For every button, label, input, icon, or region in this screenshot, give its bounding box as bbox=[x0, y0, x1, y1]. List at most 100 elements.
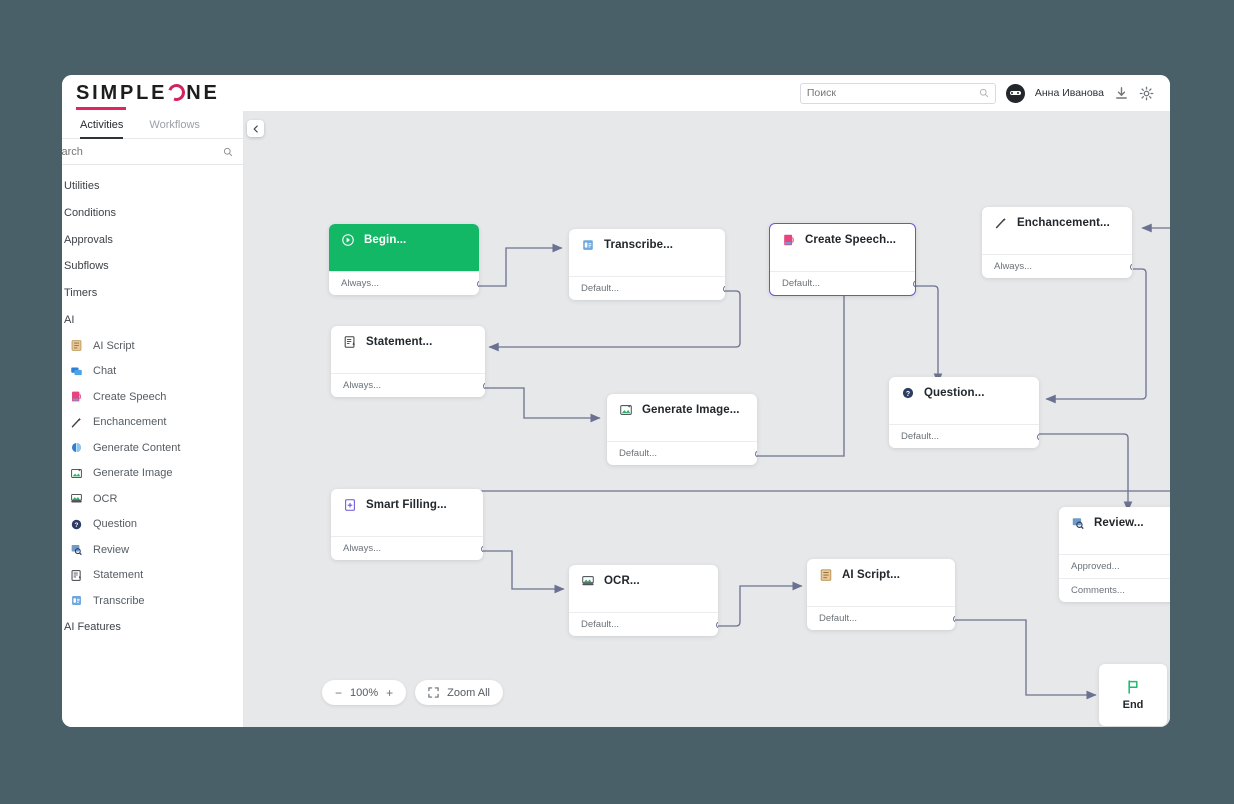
node-port-label: Always... bbox=[341, 278, 380, 289]
sidebar-category-conditions[interactable]: Conditions bbox=[62, 200, 243, 227]
port-connector[interactable] bbox=[952, 615, 955, 622]
node-create-speech[interactable]: Create Speech... Default... bbox=[769, 223, 916, 296]
sidebar-item-ai-script[interactable]: AI Script bbox=[62, 333, 243, 359]
node-port[interactable]: Default... bbox=[807, 606, 955, 630]
sidebar-category-utilities[interactable]: Utilities bbox=[62, 173, 243, 200]
panel-search-input[interactable] bbox=[62, 145, 223, 158]
gear-icon[interactable] bbox=[1139, 86, 1154, 101]
enchancement-icon bbox=[995, 217, 1006, 229]
port-connector[interactable] bbox=[715, 621, 718, 628]
port-connector[interactable] bbox=[1129, 263, 1132, 270]
zoom-all-button[interactable]: Zoom All bbox=[415, 680, 503, 705]
sidebar-item-enchancement[interactable]: Enchancement bbox=[62, 410, 243, 436]
port-connector[interactable] bbox=[912, 280, 915, 287]
node-title: Create Speech... bbox=[805, 234, 897, 246]
sidebar-item-label: AI Script bbox=[93, 339, 135, 352]
review-icon bbox=[1072, 518, 1084, 530]
node-question[interactable]: ? Question... Default... bbox=[889, 377, 1039, 448]
node-port-comments[interactable]: Comments... bbox=[1059, 578, 1170, 602]
node-port-label: Default... bbox=[819, 613, 858, 624]
sidebar-category-ai-features[interactable]: AI Features bbox=[62, 614, 243, 641]
port-connector[interactable] bbox=[1036, 433, 1039, 440]
node-title: Smart Filling... bbox=[366, 499, 447, 511]
node-generate-image[interactable]: Generate Image... Default... bbox=[607, 394, 757, 465]
node-header: OCR... bbox=[569, 565, 718, 612]
sidebar-item-label: Chat bbox=[93, 365, 117, 378]
top-bar-actions: Анна Иванова bbox=[799, 82, 1170, 104]
tab-workflows[interactable]: Workflows bbox=[149, 111, 200, 138]
sidebar-item-create-speech[interactable]: Create Speech bbox=[62, 384, 243, 410]
node-header: Enchancement... bbox=[982, 207, 1132, 254]
node-review[interactable]: Review... Approved... Comments... bbox=[1059, 507, 1170, 602]
panel-search[interactable] bbox=[62, 139, 243, 165]
collapse-panel-button[interactable] bbox=[247, 120, 264, 137]
node-transcribe[interactable]: Transcribe... Default... bbox=[569, 229, 725, 300]
global-search-input[interactable] bbox=[806, 87, 979, 99]
fit-screen-icon bbox=[428, 687, 439, 698]
zoom-in-button[interactable]: + bbox=[386, 686, 393, 700]
chevron-left-icon bbox=[253, 124, 258, 133]
sidebar-item-label: Question bbox=[93, 518, 138, 531]
node-statement[interactable]: Statement... Always... bbox=[331, 326, 485, 397]
node-port[interactable]: Default... bbox=[607, 441, 757, 465]
node-title: Generate Image... bbox=[642, 404, 740, 416]
global-search[interactable] bbox=[799, 82, 996, 104]
play-icon bbox=[342, 234, 354, 246]
node-port[interactable]: Always... bbox=[329, 271, 479, 295]
node-begin[interactable]: Begin... Always... bbox=[329, 224, 479, 295]
node-header: Transcribe... bbox=[569, 229, 725, 276]
node-port[interactable]: Default... bbox=[569, 612, 718, 636]
port-connector[interactable] bbox=[482, 382, 485, 389]
activity-list: Utilities Conditions Approvals Subflows … bbox=[62, 165, 243, 640]
sidebar-item-label: Generate Content bbox=[93, 441, 181, 454]
sidebar-item-transcribe[interactable]: Transcribe bbox=[62, 588, 243, 614]
node-port[interactable]: Default... bbox=[770, 271, 915, 295]
node-port[interactable]: Always... bbox=[331, 373, 485, 397]
sidebar-item-review[interactable]: Review bbox=[62, 537, 243, 563]
sidebar-item-ocr[interactable]: OCR bbox=[62, 486, 243, 512]
sidebar-item-generate-image[interactable]: Generate Image bbox=[62, 461, 243, 487]
svg-text:?: ? bbox=[75, 522, 79, 529]
activities-panel: Activities Workflows Utilities Condition… bbox=[62, 111, 244, 727]
sidebar-item-label: Enchancement bbox=[93, 416, 167, 429]
port-connector[interactable] bbox=[480, 545, 483, 552]
enchancement-icon bbox=[71, 417, 82, 428]
node-header: Review... bbox=[1059, 507, 1170, 554]
workflow-canvas[interactable]: Begin... Always... Transcribe... Default… bbox=[244, 111, 1170, 727]
node-smart-filling[interactable]: Smart Filling... Always... bbox=[331, 489, 483, 560]
port-connector[interactable] bbox=[722, 285, 725, 292]
sidebar-item-chat[interactable]: Chat bbox=[62, 359, 243, 385]
node-port-approved[interactable]: Approved... bbox=[1059, 554, 1170, 578]
download-icon[interactable] bbox=[1114, 86, 1129, 101]
node-port[interactable]: Default... bbox=[889, 424, 1039, 448]
sidebar-item-generate-content[interactable]: Generate Content bbox=[62, 435, 243, 461]
chat-icon bbox=[71, 367, 82, 376]
sidebar-item-statement[interactable]: Statement bbox=[62, 563, 243, 589]
sidebar-item-label: Transcribe bbox=[93, 594, 145, 607]
sidebar-item-label: Statement bbox=[93, 569, 144, 582]
sidebar-category-timers[interactable]: Timers bbox=[62, 280, 243, 307]
ocr-icon bbox=[582, 576, 594, 586]
avatar[interactable] bbox=[1005, 83, 1025, 103]
sidebar-category-approvals[interactable]: Approvals bbox=[62, 226, 243, 253]
generate-content-icon bbox=[71, 443, 82, 453]
zoom-level-control[interactable]: − 100% + bbox=[322, 680, 407, 705]
sidebar-category-subflows[interactable]: Subflows bbox=[62, 253, 243, 280]
node-header: Generate Image... bbox=[607, 394, 757, 441]
node-port[interactable]: Default... bbox=[569, 276, 725, 300]
sidebar-category-ai[interactable]: AI bbox=[62, 306, 243, 333]
zoom-out-button[interactable]: − bbox=[335, 686, 342, 700]
node-end[interactable]: End bbox=[1099, 664, 1167, 726]
port-connector[interactable] bbox=[476, 280, 479, 287]
node-port[interactable]: Always... bbox=[982, 254, 1132, 278]
node-port[interactable]: Always... bbox=[331, 536, 483, 560]
node-ocr[interactable]: OCR... Default... bbox=[569, 565, 718, 636]
sidebar-item-question[interactable]: ? Question bbox=[62, 512, 243, 538]
zoom-all-label: Zoom All bbox=[447, 686, 490, 699]
node-title: Begin... bbox=[364, 234, 407, 246]
node-ai-script[interactable]: AI Script... Default... bbox=[807, 559, 955, 630]
tab-activities[interactable]: Activities bbox=[80, 111, 124, 139]
node-enchancement[interactable]: Enchancement... Always... bbox=[982, 207, 1132, 278]
port-connector[interactable] bbox=[754, 450, 757, 457]
node-header: Smart Filling... bbox=[331, 489, 483, 536]
